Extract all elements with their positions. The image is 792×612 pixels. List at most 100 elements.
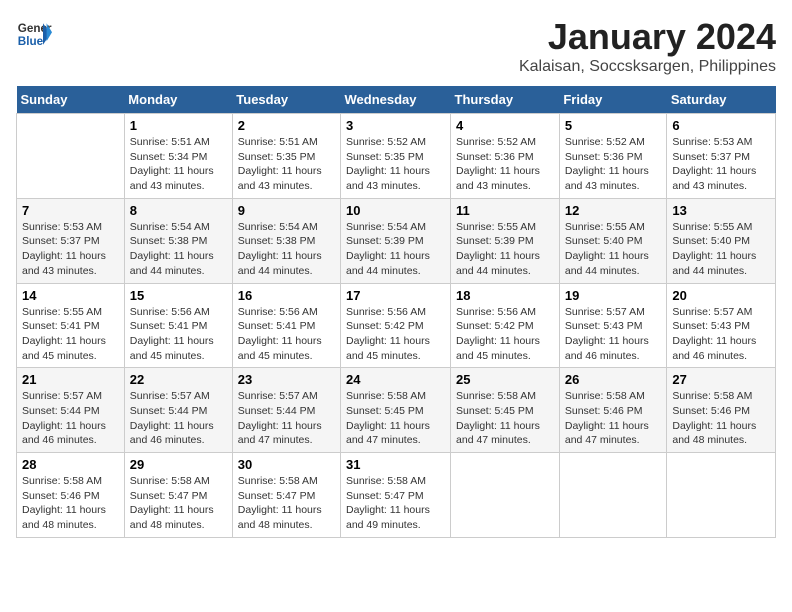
calendar-cell: 24Sunrise: 5:58 AMSunset: 5:45 PMDayligh… xyxy=(341,368,451,453)
calendar-cell: 30 Sunrise: 5:58 AMSunset: 5:47 PMDayligh… xyxy=(232,453,340,538)
day-number: 4 xyxy=(456,118,554,133)
calendar-cell: 31 Sunrise: 5:58 AMSunset: 5:47 PMDayligh… xyxy=(341,453,451,538)
calendar-cell: 23 Sunrise: 5:57 AMSunset: 5:44 PMDayligh… xyxy=(232,368,340,453)
day-number: 17 xyxy=(346,288,445,303)
calendar-cell: 2Sunrise: 5:51 AMSunset: 5:35 PMDaylight… xyxy=(232,114,340,199)
header-cell-wednesday: Wednesday xyxy=(341,86,451,114)
calendar-cell: 1 Sunrise: 5:51 AMSunset: 5:34 PMDaylight… xyxy=(124,114,232,199)
page-header: General Blue January 2024 Kalaisan, Socc… xyxy=(16,16,776,76)
day-number: 18 xyxy=(456,288,554,303)
calendar-cell: 15Sunrise: 5:56 AMSunset: 5:41 PMDayligh… xyxy=(124,283,232,368)
day-info: Sunrise: 5:58 AMSunset: 5:46 PMDaylight:… xyxy=(565,389,662,448)
day-number: 1 xyxy=(130,118,227,133)
week-row-3: 21Sunrise: 5:57 AMSunset: 5:44 PMDayligh… xyxy=(17,368,776,453)
header-row: SundayMondayTuesdayWednesdayThursdayFrid… xyxy=(17,86,776,114)
day-info: Sunrise: 5:57 AMSunset: 5:43 PMDaylight:… xyxy=(672,305,770,364)
day-info: Sunrise: 5:52 AMSunset: 5:35 PMDaylight:… xyxy=(346,135,445,194)
calendar-cell: 28 Sunrise: 5:58 AMSunset: 5:46 PMDayligh… xyxy=(17,453,125,538)
calendar-cell: 26 Sunrise: 5:58 AMSunset: 5:46 PMDayligh… xyxy=(559,368,667,453)
day-number: 10 xyxy=(346,203,445,218)
day-info: Sunrise: 5:58 AMSunset: 5:46 PMDaylight:… xyxy=(22,474,119,533)
calendar-cell xyxy=(451,453,560,538)
calendar-cell: 17 Sunrise: 5:56 AMSunset: 5:42 PMDayligh… xyxy=(341,283,451,368)
subtitle: Kalaisan, Soccsksargen, Philippines xyxy=(519,58,776,76)
day-info: Sunrise: 5:58 AMSunset: 5:47 PMDaylight:… xyxy=(346,474,445,533)
day-number: 2 xyxy=(238,118,335,133)
header-cell-sunday: Sunday xyxy=(17,86,125,114)
day-number: 19 xyxy=(565,288,662,303)
calendar-cell: 14 Sunrise: 5:55 AMSunset: 5:41 PMDayligh… xyxy=(17,283,125,368)
day-info: Sunrise: 5:58 AMSunset: 5:46 PMDaylight:… xyxy=(672,389,770,448)
calendar-cell: 21Sunrise: 5:57 AMSunset: 5:44 PMDayligh… xyxy=(17,368,125,453)
week-row-0: 1 Sunrise: 5:51 AMSunset: 5:34 PMDaylight… xyxy=(17,114,776,199)
day-info: Sunrise: 5:54 AMSunset: 5:38 PMDaylight:… xyxy=(238,220,335,279)
calendar-cell: 9 Sunrise: 5:54 AMSunset: 5:38 PMDaylight… xyxy=(232,198,340,283)
day-info: Sunrise: 5:56 AMSunset: 5:41 PMDaylight:… xyxy=(238,305,335,364)
calendar-cell: 10Sunrise: 5:54 AMSunset: 5:39 PMDayligh… xyxy=(341,198,451,283)
day-number: 28 xyxy=(22,457,119,472)
calendar-cell xyxy=(667,453,776,538)
day-info: Sunrise: 5:58 AMSunset: 5:45 PMDaylight:… xyxy=(456,389,554,448)
day-number: 3 xyxy=(346,118,445,133)
day-number: 26 xyxy=(565,372,662,387)
day-info: Sunrise: 5:57 AMSunset: 5:44 PMDaylight:… xyxy=(238,389,335,448)
svg-text:Blue: Blue xyxy=(18,35,44,48)
calendar-cell: 12 Sunrise: 5:55 AMSunset: 5:40 PMDayligh… xyxy=(559,198,667,283)
calendar-cell: 3 Sunrise: 5:52 AMSunset: 5:35 PMDaylight… xyxy=(341,114,451,199)
day-info: Sunrise: 5:55 AMSunset: 5:39 PMDaylight:… xyxy=(456,220,554,279)
day-info: Sunrise: 5:55 AMSunset: 5:40 PMDaylight:… xyxy=(672,220,770,279)
header-cell-monday: Monday xyxy=(124,86,232,114)
day-info: Sunrise: 5:58 AMSunset: 5:45 PMDaylight:… xyxy=(346,389,445,448)
day-number: 23 xyxy=(238,372,335,387)
day-number: 16 xyxy=(238,288,335,303)
day-number: 6 xyxy=(672,118,770,133)
day-info: Sunrise: 5:53 AMSunset: 5:37 PMDaylight:… xyxy=(672,135,770,194)
day-number: 30 xyxy=(238,457,335,472)
calendar-cell: 11 Sunrise: 5:55 AMSunset: 5:39 PMDayligh… xyxy=(451,198,560,283)
day-info: Sunrise: 5:58 AMSunset: 5:47 PMDaylight:… xyxy=(130,474,227,533)
day-info: Sunrise: 5:55 AMSunset: 5:41 PMDaylight:… xyxy=(22,305,119,364)
day-number: 12 xyxy=(565,203,662,218)
day-number: 9 xyxy=(238,203,335,218)
calendar-cell: 29 Sunrise: 5:58 AMSunset: 5:47 PMDayligh… xyxy=(124,453,232,538)
day-number: 7 xyxy=(22,203,119,218)
day-info: Sunrise: 5:51 AMSunset: 5:34 PMDaylight:… xyxy=(130,135,227,194)
day-info: Sunrise: 5:52 AMSunset: 5:36 PMDaylight:… xyxy=(565,135,662,194)
calendar-cell: 27 Sunrise: 5:58 AMSunset: 5:46 PMDayligh… xyxy=(667,368,776,453)
calendar-cell: 13Sunrise: 5:55 AMSunset: 5:40 PMDayligh… xyxy=(667,198,776,283)
day-info: Sunrise: 5:56 AMSunset: 5:42 PMDaylight:… xyxy=(456,305,554,364)
header-cell-saturday: Saturday xyxy=(667,86,776,114)
day-number: 31 xyxy=(346,457,445,472)
week-row-2: 14 Sunrise: 5:55 AMSunset: 5:41 PMDayligh… xyxy=(17,283,776,368)
day-info: Sunrise: 5:55 AMSunset: 5:40 PMDaylight:… xyxy=(565,220,662,279)
day-info: Sunrise: 5:56 AMSunset: 5:42 PMDaylight:… xyxy=(346,305,445,364)
day-info: Sunrise: 5:54 AMSunset: 5:38 PMDaylight:… xyxy=(130,220,227,279)
calendar-cell: 20 Sunrise: 5:57 AMSunset: 5:43 PMDayligh… xyxy=(667,283,776,368)
calendar-cell: 8 Sunrise: 5:54 AMSunset: 5:38 PMDaylight… xyxy=(124,198,232,283)
day-number: 20 xyxy=(672,288,770,303)
day-number: 29 xyxy=(130,457,227,472)
day-number: 5 xyxy=(565,118,662,133)
logo-icon: General Blue xyxy=(16,16,52,52)
calendar-cell: 22Sunrise: 5:57 AMSunset: 5:44 PMDayligh… xyxy=(124,368,232,453)
header-cell-tuesday: Tuesday xyxy=(232,86,340,114)
main-title: January 2024 xyxy=(519,16,776,58)
calendar-cell: 4Sunrise: 5:52 AMSunset: 5:36 PMDaylight… xyxy=(451,114,560,199)
week-row-1: 7Sunrise: 5:53 AMSunset: 5:37 PMDaylight… xyxy=(17,198,776,283)
calendar-header: SundayMondayTuesdayWednesdayThursdayFrid… xyxy=(17,86,776,114)
day-number: 11 xyxy=(456,203,554,218)
day-number: 25 xyxy=(456,372,554,387)
title-block: January 2024 Kalaisan, Soccsksargen, Phi… xyxy=(519,16,776,76)
calendar-cell xyxy=(17,114,125,199)
day-number: 8 xyxy=(130,203,227,218)
calendar-cell: 6 Sunrise: 5:53 AMSunset: 5:37 PMDaylight… xyxy=(667,114,776,199)
day-number: 14 xyxy=(22,288,119,303)
calendar-cell xyxy=(559,453,667,538)
header-cell-friday: Friday xyxy=(559,86,667,114)
day-info: Sunrise: 5:58 AMSunset: 5:47 PMDaylight:… xyxy=(238,474,335,533)
day-number: 22 xyxy=(130,372,227,387)
calendar-table: SundayMondayTuesdayWednesdayThursdayFrid… xyxy=(16,86,776,538)
day-number: 27 xyxy=(672,372,770,387)
logo: General Blue xyxy=(16,16,52,52)
calendar-cell: 16 Sunrise: 5:56 AMSunset: 5:41 PMDayligh… xyxy=(232,283,340,368)
